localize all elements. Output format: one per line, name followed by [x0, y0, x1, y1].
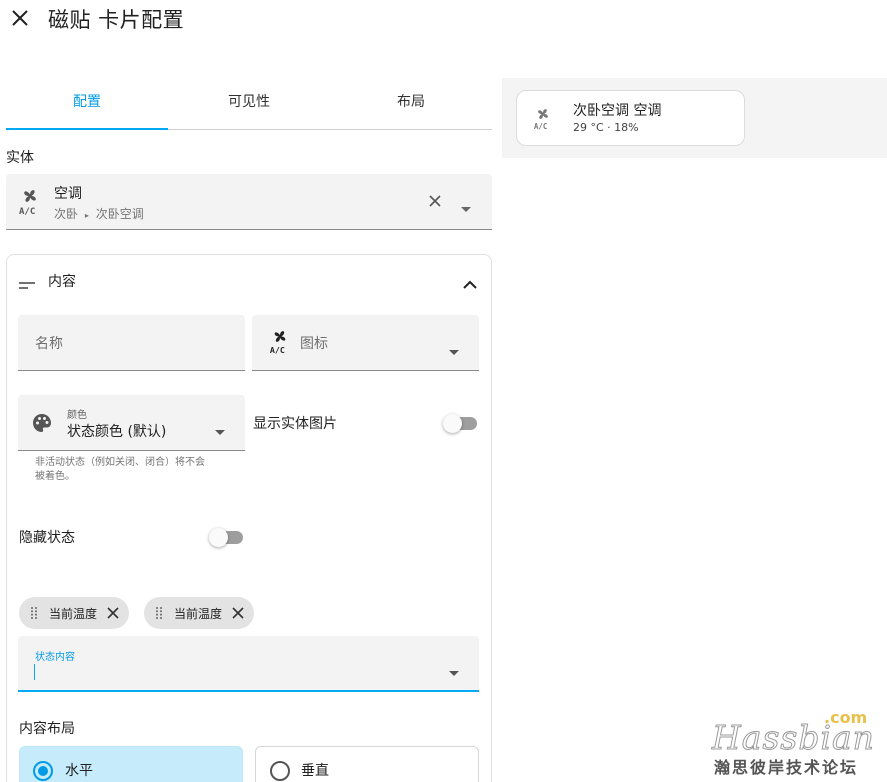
dialog-title: 磁贴 卡片配置	[48, 8, 185, 32]
air-conditioner-icon: A/C	[269, 328, 291, 360]
radio-checked-icon	[32, 760, 54, 782]
hide-state-toggle[interactable]	[209, 527, 245, 547]
tile-card-preview[interactable]: A/C 次卧空调 空调 29 °C · 18%	[516, 90, 745, 146]
dropdown-arrow-icon[interactable]	[449, 662, 459, 681]
drag-handle-icon[interactable]	[29, 606, 41, 620]
chevron-up-icon	[463, 280, 477, 289]
tile-state: 29 °C · 18%	[573, 121, 639, 134]
svg-text:A/C: A/C	[19, 207, 35, 216]
remove-chip-icon[interactable]	[105, 605, 121, 621]
color-select[interactable]: 颜色 状态颜色 (默认)	[18, 395, 245, 451]
color-helper-line-2: 被着色。	[35, 471, 75, 482]
state-content-chip[interactable]: 当前温度	[19, 597, 130, 629]
tab-bar: 配置 可见性 布局	[6, 84, 492, 130]
content-layout-label: 内容布局	[19, 721, 75, 737]
entity-section-label: 实体	[6, 150, 34, 166]
chip-label: 当前温度	[49, 606, 98, 621]
clear-entity-button[interactable]	[427, 193, 443, 213]
collapse-button[interactable]	[463, 274, 477, 293]
text-cursor	[34, 664, 35, 680]
color-helper-line-1: 非活动状态（例如关闭、闭合）将不会	[35, 457, 205, 468]
drag-handle-icon[interactable]	[154, 606, 166, 620]
name-field[interactable]: 名称	[18, 315, 245, 371]
path-separator-icon: ▸	[84, 211, 89, 220]
tile-name: 次卧空调 空调	[573, 103, 662, 119]
entity-path: 次卧 ▸ 次卧空调	[54, 205, 144, 222]
radio-unchecked-icon	[269, 760, 291, 782]
color-helper-text: 非活动状态（例如关闭、闭合）将不会 被着色。	[35, 456, 235, 484]
dropdown-arrow-icon	[449, 341, 459, 360]
watermark-sub: 瀚思彼岸技术论坛	[714, 758, 859, 777]
close-button[interactable]	[8, 6, 32, 30]
entity-area: 次卧	[54, 207, 79, 221]
palette-icon	[32, 413, 52, 437]
icon-placeholder: 图标	[300, 336, 328, 352]
air-conditioner-icon: A/C	[18, 188, 42, 220]
layout-option-horizontal[interactable]: 水平	[19, 746, 243, 782]
toggle-thumb	[443, 414, 462, 433]
color-value: 状态颜色 (默认)	[67, 424, 167, 440]
state-content-label: 状态内容	[35, 652, 75, 663]
icon-field[interactable]: A/C 图标	[252, 315, 479, 371]
text-short-icon	[18, 276, 36, 295]
tab-layout[interactable]: 布局	[330, 84, 492, 129]
tab-visibility[interactable]: 可见性	[168, 84, 330, 129]
show-picture-toggle[interactable]	[443, 413, 479, 433]
tab-config[interactable]: 配置	[6, 84, 168, 130]
layout-option-label: 水平	[65, 763, 93, 779]
layout-option-label: 垂直	[301, 763, 329, 779]
show-picture-label: 显示实体图片	[253, 416, 337, 432]
air-conditioner-icon: A/C	[533, 106, 553, 136]
toggle-thumb	[209, 528, 228, 547]
watermark-com: .com	[824, 708, 868, 727]
watermark-logo: Hassbian .com 瀚思彼岸技术论坛	[710, 708, 878, 778]
hide-state-label: 隐藏状态	[19, 530, 75, 546]
content-panel-title: 内容	[48, 274, 76, 290]
close-icon	[12, 10, 28, 26]
svg-text:A/C: A/C	[270, 345, 285, 355]
clear-icon	[429, 195, 441, 207]
svg-text:A/C: A/C	[534, 122, 548, 131]
entity-device: 次卧空调	[95, 207, 144, 221]
chip-label: 当前温度	[174, 606, 223, 621]
name-placeholder: 名称	[35, 336, 63, 352]
state-content-chip[interactable]: 当前温度	[144, 597, 255, 629]
entity-picker[interactable]: A/C 空调 次卧 ▸ 次卧空调	[6, 174, 492, 230]
dropdown-arrow-icon	[215, 421, 225, 440]
state-content-input[interactable]: 状态内容	[18, 636, 479, 692]
dropdown-arrow-icon[interactable]	[461, 198, 471, 217]
remove-chip-icon[interactable]	[230, 605, 246, 621]
color-label: 颜色	[67, 410, 87, 421]
layout-option-vertical[interactable]: 垂直	[255, 746, 479, 782]
entity-name: 空调	[54, 186, 82, 202]
